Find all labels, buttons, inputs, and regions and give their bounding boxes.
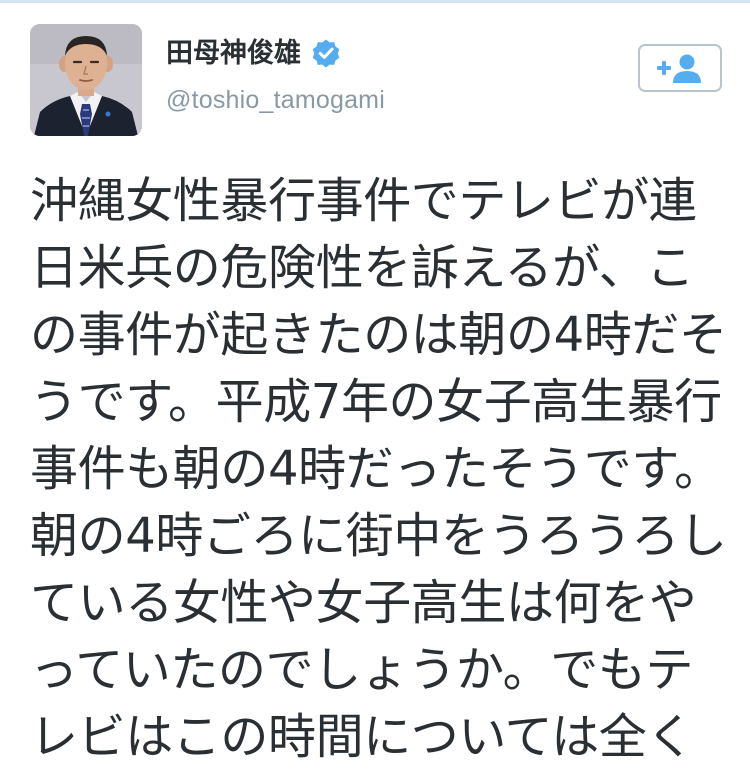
tweet-text: 沖縄女性暴行事件でテレビが連 日米兵の危険性を訴えるが、こ の事件が起きたのは朝… xyxy=(30,168,730,771)
display-name[interactable]: 田母神俊雄 xyxy=(166,40,301,67)
top-divider xyxy=(0,0,750,3)
tweet-line: 沖縄女性暴行事件でテレビが連 xyxy=(30,173,697,229)
display-name-row: 田母神俊雄 xyxy=(166,38,341,68)
tweet-line: 日米兵の危険性を訴えるが、こ xyxy=(30,240,695,296)
follow-user-icon xyxy=(657,54,701,83)
tweet-line: の事件が起きたのは朝の4時だそ xyxy=(30,307,727,363)
tweet-line: 朝の4時ごろに街中をうろうろし xyxy=(30,508,727,564)
tweet-line: レビはこの時間については全く xyxy=(30,709,695,765)
follow-button[interactable] xyxy=(638,44,722,92)
avatar[interactable] xyxy=(30,24,142,136)
profile-photo xyxy=(30,24,142,136)
tweet-line: 事件も朝の4時だったそうです。 xyxy=(30,441,722,497)
verified-badge-icon xyxy=(312,39,340,68)
tweet-line: うです。平成7年の女子高生暴行 xyxy=(30,374,722,430)
username[interactable]: @toshio_tamogami xyxy=(166,86,385,115)
tweet-line: ている女性や女子高生は何をや xyxy=(30,575,697,631)
tweet-line: っていたのでしょうか。でもテ xyxy=(30,642,694,698)
